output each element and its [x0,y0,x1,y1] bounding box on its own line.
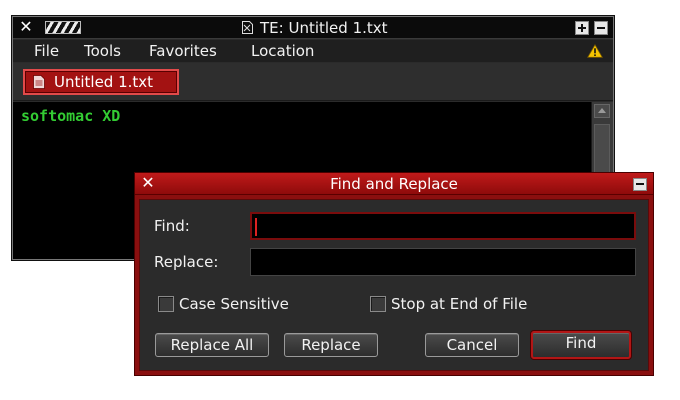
drag-grip-icon[interactable] [45,21,81,34]
dialog-title: Find and Replace [330,175,458,193]
find-input[interactable] [250,212,636,240]
document-tab-bar: Untitled 1.txt [13,63,613,101]
window-title-text: TE: Untitled 1.txt [260,19,388,37]
replace-all-button[interactable]: Replace All [155,333,269,357]
replace-label: Replace: [154,253,219,271]
cancel-button[interactable]: Cancel [425,333,519,357]
find-replace-dialog: Find and Replace ✕ Find: Replace: Case S… [134,172,654,376]
replace-input[interactable] [250,248,636,276]
case-sensitive-label[interactable]: Case Sensitive [179,294,289,314]
minimize-icon[interactable] [633,178,647,191]
plus-icon[interactable] [575,21,589,35]
scroll-thumb[interactable] [594,124,610,174]
menu-bar: File Tools Favorites Location [13,40,613,62]
close-icon[interactable]: ✕ [140,175,156,191]
close-icon[interactable]: ✕ [18,19,34,35]
editor-content: softomac XD [21,107,121,125]
document-icon [33,75,45,89]
menu-favorites[interactable]: Favorites [149,41,217,61]
dialog-titlebar[interactable]: Find and Replace ✕ [135,173,653,195]
tab-untitled-1[interactable]: Untitled 1.txt [23,69,179,95]
find-button[interactable]: Find [531,331,631,359]
scroll-up-icon[interactable] [594,104,610,118]
replace-button[interactable]: Replace [284,333,378,357]
stop-at-end-label[interactable]: Stop at End of File [391,294,527,314]
editor-titlebar[interactable]: ✕ TE: Untitled 1.txt [13,17,613,39]
window-title: TE: Untitled 1.txt [241,18,388,38]
stop-at-end-checkbox[interactable] [370,296,386,312]
case-sensitive-checkbox[interactable] [158,296,174,312]
document-icon [242,21,253,34]
menu-file[interactable]: File [34,41,59,61]
text-caret [255,218,257,236]
menu-tools[interactable]: Tools [84,41,121,61]
minimize-icon[interactable] [594,21,608,35]
dialog-body: Find: Replace: Case Sensitive Stop at En… [139,199,649,371]
warning-icon[interactable] [587,44,603,58]
menu-location[interactable]: Location [251,41,314,61]
tab-label: Untitled 1.txt [54,73,154,91]
find-label: Find: [154,217,190,235]
